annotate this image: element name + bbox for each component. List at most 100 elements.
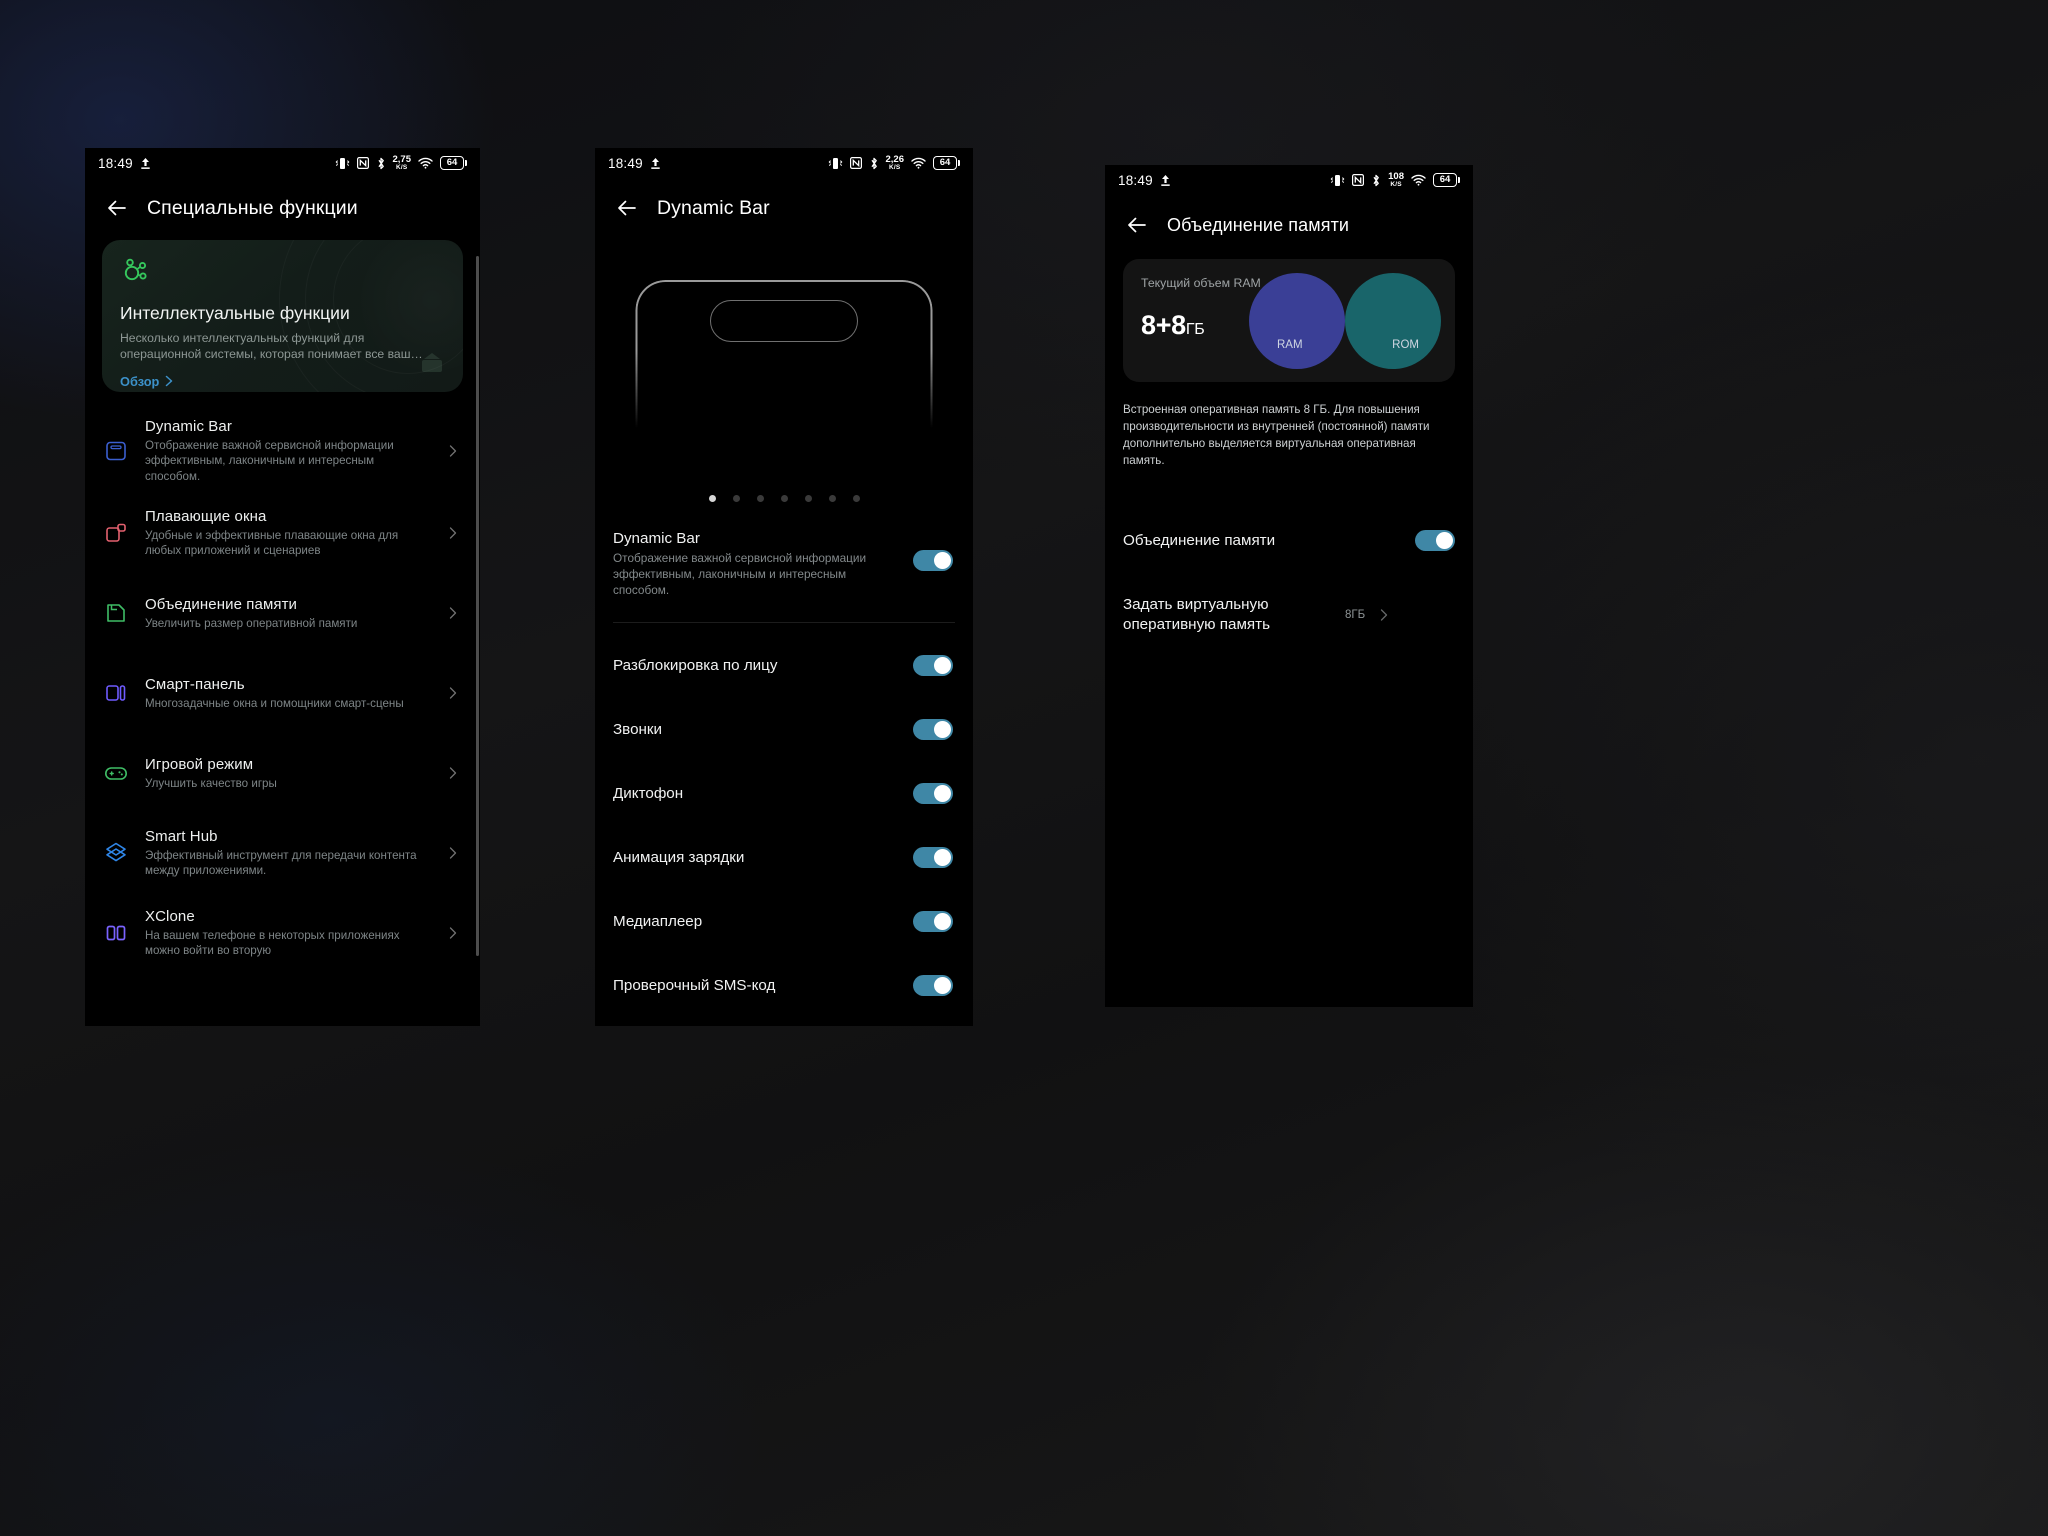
carousel-dot[interactable] (828, 495, 836, 502)
toggle-switch-face-unlock[interactable] (913, 654, 953, 676)
setting-title: Анимация зарядки (613, 848, 745, 866)
rom-circle-label: ROM (1392, 339, 1419, 351)
carousel-dot[interactable] (708, 495, 716, 502)
chevron-right-icon (446, 606, 460, 620)
carousel-dot[interactable] (780, 495, 788, 502)
list-item-memory-fusion[interactable]: Объединение памяти Увеличить размер опер… (85, 582, 480, 644)
nfc-icon (356, 157, 369, 169)
setting-voice-recorder[interactable]: Диктофон (595, 765, 973, 821)
setting-calls[interactable]: Звонки (595, 701, 973, 757)
list-item-subtitle: Улучшить качество игры (145, 776, 277, 790)
smart-functions-card[interactable]: Интеллектуальные функции Несколько интел… (102, 240, 463, 392)
toggle-knob (934, 656, 951, 674)
toggle-switch-media-player[interactable] (913, 910, 953, 932)
ram-circle (1249, 273, 1345, 369)
battery-level: 64 (933, 155, 957, 171)
setting-media-player[interactable]: Медиаплеер (595, 893, 973, 949)
page-title: Объединение памяти (1167, 214, 1350, 235)
list-item-game-mode[interactable]: Игровой режим Улучшить качество игры (85, 742, 480, 804)
list-item-subtitle: На вашем телефоне в некоторых приложения… (145, 928, 400, 958)
back-arrow-icon[interactable] (1125, 213, 1149, 237)
page-title: Dynamic Bar (657, 196, 770, 219)
memory-description: Встроенная оперативная память 8 ГБ. Для … (1123, 403, 1430, 467)
setting-sms-code[interactable]: Проверочный SMS-код (595, 957, 973, 1013)
setting-subtitle: Отображение важной сервисной информации … (613, 551, 867, 597)
setting-charging-animation[interactable]: Анимация зарядки (595, 829, 973, 885)
smart-panel-icon (103, 680, 129, 706)
list-item-subtitle: Отображение важной сервисной информации … (145, 439, 394, 483)
toggle-knob (934, 720, 951, 738)
setting-title: Разблокировка по лицу (613, 656, 778, 674)
ram-amount: 8+8 (1141, 309, 1186, 340)
toggle-switch-calls[interactable] (913, 718, 953, 740)
setting-title: Проверочный SMS-код (613, 976, 776, 994)
special-functions-list: Dynamic Bar Отображение важной сервисной… (85, 418, 480, 964)
nfc-icon (849, 157, 862, 169)
battery-tip (465, 160, 467, 166)
carousel-dot[interactable] (804, 495, 812, 502)
desktop-background: 18:49 2,75 K/S 64 Специальные функции Ин… (0, 0, 2048, 1536)
game-mode-icon (103, 760, 129, 786)
toggle-knob (1436, 532, 1453, 550)
setting-virtual-ram[interactable]: Задать виртуальную оперативную память 8Г… (1105, 586, 1473, 644)
setting-dynamic-bar-master[interactable]: Dynamic Bar Отображение важной сервисной… (595, 522, 973, 608)
carousel-dot[interactable] (852, 495, 860, 502)
vibrate-icon (828, 157, 843, 170)
list-item-xclone[interactable]: XClone На вашем телефоне в некоторых при… (85, 902, 480, 964)
phone-screenshot-dynamic-bar: 18:49 2,26 K/S 64 Dynamic Bar Dynamic Ba… (595, 148, 973, 1026)
chevron-right-icon (446, 926, 460, 940)
list-item-smart-hub[interactable]: Smart Hub Эффективный инструмент для пер… (85, 822, 480, 884)
status-bar: 18:49 2,26 K/S 64 (595, 148, 973, 178)
battery-level: 64 (440, 155, 464, 171)
dynamic-bar-pill-graphic (710, 300, 858, 342)
back-arrow-icon[interactable] (615, 196, 639, 220)
dynamic-bar-icon (103, 438, 129, 464)
list-item-title: Dynamic Bar (145, 418, 232, 435)
toggle-switch-dynamic-bar[interactable] (913, 550, 953, 571)
carousel-dot[interactable] (732, 495, 740, 502)
chevron-right-icon (446, 846, 460, 860)
list-item-dynamic-bar[interactable]: Dynamic Bar Отображение важной сервисной… (85, 418, 480, 484)
setting-title: Диктофон (613, 784, 684, 802)
toggle-switch-voice-recorder[interactable] (913, 782, 953, 804)
toggle-knob (934, 912, 951, 930)
toggle-switch-memory-fusion[interactable] (1415, 530, 1455, 552)
chevron-right-icon (1377, 608, 1391, 622)
list-item-subtitle: Удобные и эффективные плавающие окна для… (145, 528, 399, 558)
phone-screenshot-special-functions: 18:49 2,75 K/S 64 Специальные функции Ин… (85, 148, 480, 1026)
list-item-floating-windows[interactable]: Плавающие окна Удобные и эффективные пла… (85, 502, 480, 564)
setting-face-unlock[interactable]: Разблокировка по лицу (595, 637, 973, 693)
status-bar: 18:49 108 K/S 64 (1105, 165, 1473, 195)
page-title: Специальные функции (147, 196, 358, 219)
phone-screenshot-memory-fusion: 18:49 108 K/S 64 Объединение памяти Теку… (1105, 165, 1473, 1007)
dynamic-bar-illustration (595, 252, 973, 522)
back-arrow-icon[interactable] (105, 196, 129, 220)
network-speed-indicator: 2,26 K/S (886, 155, 905, 171)
carousel-dot[interactable] (756, 495, 764, 502)
current-ram-card: Текущий объем RAM 8+8ГБ RAM ROM (1123, 259, 1455, 382)
list-item-subtitle: Многозадачные окна и помощники смарт-сце… (145, 696, 404, 710)
bluetooth-icon (869, 157, 879, 170)
status-time: 18:49 (608, 155, 643, 171)
battery-tip (1458, 177, 1460, 183)
ram-unit: ГБ (1185, 320, 1205, 338)
list-item-subtitle: Эффективный инструмент для передачи конт… (145, 848, 417, 878)
battery-tip (958, 160, 960, 166)
vertical-scrollbar[interactable] (476, 256, 479, 956)
toggle-switch-sms-code[interactable] (913, 974, 953, 996)
nfc-icon (1352, 174, 1365, 186)
toggle-switch-charging-animation[interactable] (913, 846, 953, 868)
upload-arrow-icon (140, 157, 151, 170)
list-item-title: Smart Hub (145, 827, 218, 845)
battery-indicator: 64 (933, 155, 960, 171)
chevron-right-icon (446, 766, 460, 780)
smart-functions-icon (120, 258, 150, 290)
carousel-dots[interactable] (595, 495, 973, 502)
app-bar: Объединение памяти (1105, 195, 1473, 251)
overview-link-label: Обзор (120, 373, 160, 389)
setting-memory-fusion-toggle[interactable]: Объединение памяти (1105, 512, 1473, 570)
setting-title: Объединение памяти (1123, 531, 1276, 549)
list-item-smart-panel[interactable]: Смарт-панель Многозадачные окна и помощн… (85, 662, 480, 724)
chevron-right-icon (446, 526, 460, 540)
chevron-right-icon (446, 444, 460, 458)
